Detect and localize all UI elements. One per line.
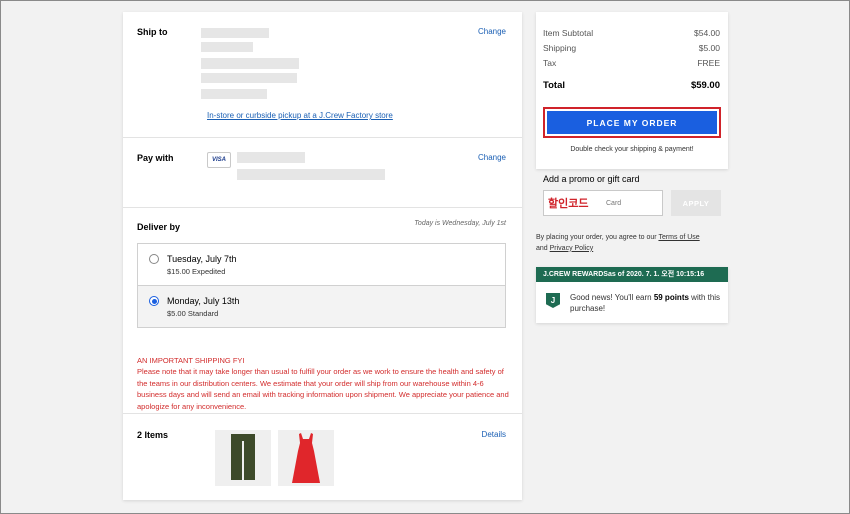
agreement-prefix: By placing your order, you agree to our bbox=[536, 234, 659, 241]
summary-row-shipping: Shipping $5.00 bbox=[543, 43, 720, 53]
korean-annotation: 할인코드 bbox=[548, 198, 589, 210]
summary-label: Tax bbox=[543, 58, 557, 68]
visa-card-icon: VISA bbox=[207, 152, 231, 168]
rewards-text-prefix: Good news! You'll earn bbox=[570, 293, 654, 302]
summary-value: FREE bbox=[697, 58, 720, 68]
summary-row-tax: Tax FREE bbox=[543, 58, 720, 68]
items-section: 2 Items Details bbox=[123, 414, 522, 500]
pay-with-change-link[interactable]: Change bbox=[478, 153, 506, 162]
ship-to-change-link[interactable]: Change bbox=[478, 27, 506, 36]
red-dress-icon bbox=[292, 433, 320, 483]
agreement-text: By placing your order, you agree to our … bbox=[536, 233, 736, 254]
redacted-address-line bbox=[201, 42, 253, 52]
pay-with-title: Pay with bbox=[137, 153, 174, 163]
total-label: Total bbox=[543, 80, 565, 91]
shipping-notice-title: AN IMPORTANT SHIPPING FYI bbox=[137, 356, 245, 365]
items-title: 2 Items bbox=[137, 430, 169, 440]
redacted-address-line bbox=[201, 73, 297, 83]
rewards-header: J.CREW REWARDSas of 2020. 7. 1. 오전 10:15… bbox=[536, 267, 728, 282]
rewards-message: Good news! You'll earn 59 points with th… bbox=[570, 292, 725, 314]
place-order-button[interactable]: PLACE MY ORDER bbox=[547, 111, 717, 134]
rewards-points: 59 points bbox=[653, 293, 689, 302]
apply-button[interactable]: APPLY bbox=[671, 190, 721, 216]
summary-label: Item Subtotal bbox=[543, 28, 594, 38]
shipping-notice-body: Please note that it may take longer than… bbox=[137, 367, 509, 411]
ship-to-title: Ship to bbox=[137, 27, 168, 37]
delivery-price: $15.00 Expedited bbox=[167, 267, 226, 276]
ship-to-section: Ship to Change In-store or curbside pick… bbox=[123, 12, 522, 138]
redacted-card-number bbox=[237, 169, 385, 180]
order-summary-card: Item Subtotal $54.00 Shipping $5.00 Tax … bbox=[536, 12, 728, 169]
redacted-address-line bbox=[201, 58, 299, 69]
summary-value: $5.00 bbox=[698, 43, 720, 53]
olive-pants-icon bbox=[231, 434, 255, 480]
summary-value: $54.00 bbox=[694, 28, 720, 38]
deliver-by-title: Deliver by bbox=[137, 222, 181, 232]
summary-row-total: Total $59.00 bbox=[543, 80, 720, 91]
redacted-card-holder bbox=[237, 152, 305, 163]
item-thumbnail-dress[interactable] bbox=[278, 430, 334, 486]
deliver-by-section: Deliver by Today is Wednesday, July 1st … bbox=[123, 208, 522, 414]
privacy-policy-link[interactable]: Privacy Policy bbox=[550, 245, 594, 252]
total-value: $59.00 bbox=[690, 80, 720, 91]
agreement-and: and bbox=[536, 244, 550, 252]
delivery-option-expedited[interactable]: Tuesday, July 7th $15.00 Expedited bbox=[137, 243, 506, 286]
radio-button[interactable] bbox=[149, 254, 159, 264]
summary-row-subtotal: Item Subtotal $54.00 bbox=[543, 28, 720, 38]
jcrew-rewards-logo-icon: J bbox=[546, 293, 560, 308]
checkout-details-card: Ship to Change In-store or curbside pick… bbox=[123, 12, 522, 500]
delivery-date: Monday, July 13th bbox=[167, 296, 240, 306]
redacted-address-line bbox=[201, 89, 267, 99]
item-thumbnail-pants[interactable] bbox=[215, 430, 271, 486]
delivery-option-standard[interactable]: Monday, July 13th $5.00 Standard bbox=[137, 285, 506, 328]
terms-of-use-link[interactable]: Terms of Use bbox=[658, 234, 699, 241]
double-check-note: Double check your shipping & payment! bbox=[570, 146, 694, 153]
items-details-link[interactable]: Details bbox=[482, 430, 506, 439]
redacted-address-line bbox=[201, 28, 269, 38]
rewards-card: J.CREW REWARDSas of 2020. 7. 1. 오전 10:15… bbox=[536, 267, 728, 323]
delivery-price: $5.00 Standard bbox=[167, 309, 219, 318]
place-order-highlight: PLACE MY ORDER bbox=[543, 107, 721, 138]
promo-code-input[interactable]: Card 할인코드 bbox=[543, 190, 663, 216]
promo-placeholder: Card bbox=[606, 200, 622, 207]
delivery-date: Tuesday, July 7th bbox=[167, 254, 237, 264]
today-note: Today is Wednesday, July 1st bbox=[414, 220, 506, 227]
store-pickup-link[interactable]: In-store or curbside pickup at a J.Crew … bbox=[207, 111, 393, 120]
summary-label: Shipping bbox=[543, 43, 577, 53]
promo-title: Add a promo or gift card bbox=[543, 174, 640, 184]
radio-button-selected[interactable] bbox=[149, 296, 159, 306]
